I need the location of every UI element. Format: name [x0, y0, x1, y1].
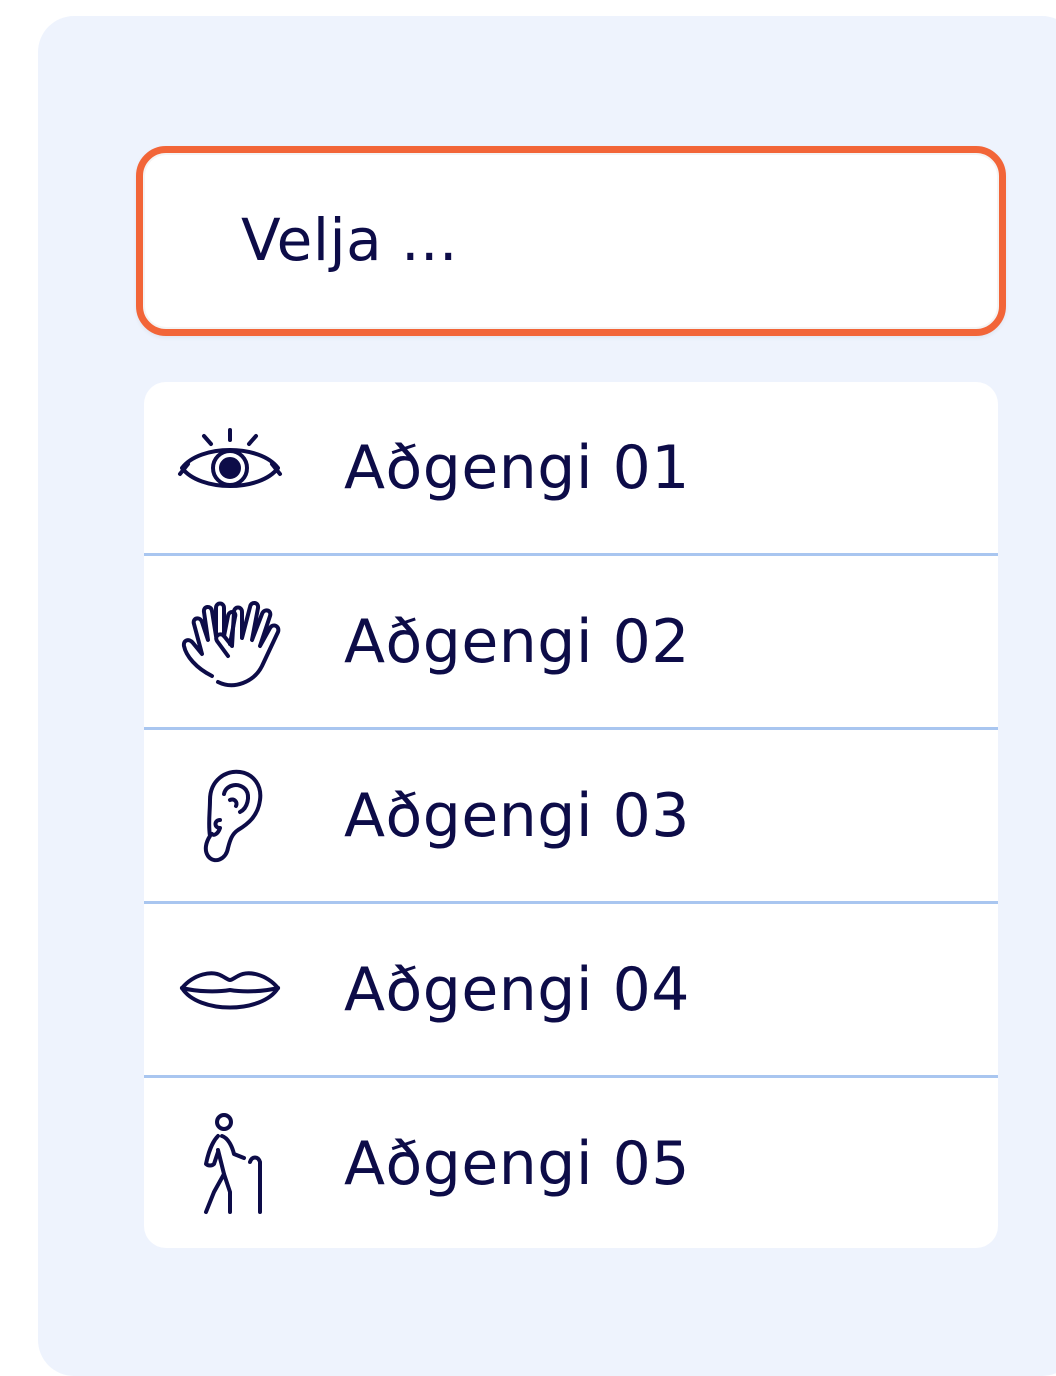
select-field[interactable]: Velja ... — [136, 146, 1006, 336]
eye-icon — [178, 416, 282, 520]
options-list: Aðgengi 01 Aðgengi 02 Aðgengi 03 Aðgengi… — [144, 382, 998, 1248]
ear-icon — [178, 764, 282, 868]
option-label: Aðgengi 04 — [344, 954, 690, 1025]
option-label: Aðgengi 05 — [344, 1128, 690, 1199]
select-placeholder: Velja ... — [241, 206, 458, 274]
option-item-03[interactable]: Aðgengi 03 — [144, 730, 998, 904]
option-label: Aðgengi 01 — [344, 432, 690, 503]
option-label: Aðgengi 03 — [344, 780, 690, 851]
option-item-05[interactable]: Aðgengi 05 — [144, 1078, 998, 1248]
option-item-04[interactable]: Aðgengi 04 — [144, 904, 998, 1078]
elderly-person-cane-icon — [178, 1112, 282, 1216]
hands-icon — [178, 590, 282, 694]
lips-icon — [178, 938, 282, 1042]
option-item-01[interactable]: Aðgengi 01 — [144, 382, 998, 556]
option-label: Aðgengi 02 — [344, 606, 690, 677]
option-item-02[interactable]: Aðgengi 02 — [144, 556, 998, 730]
